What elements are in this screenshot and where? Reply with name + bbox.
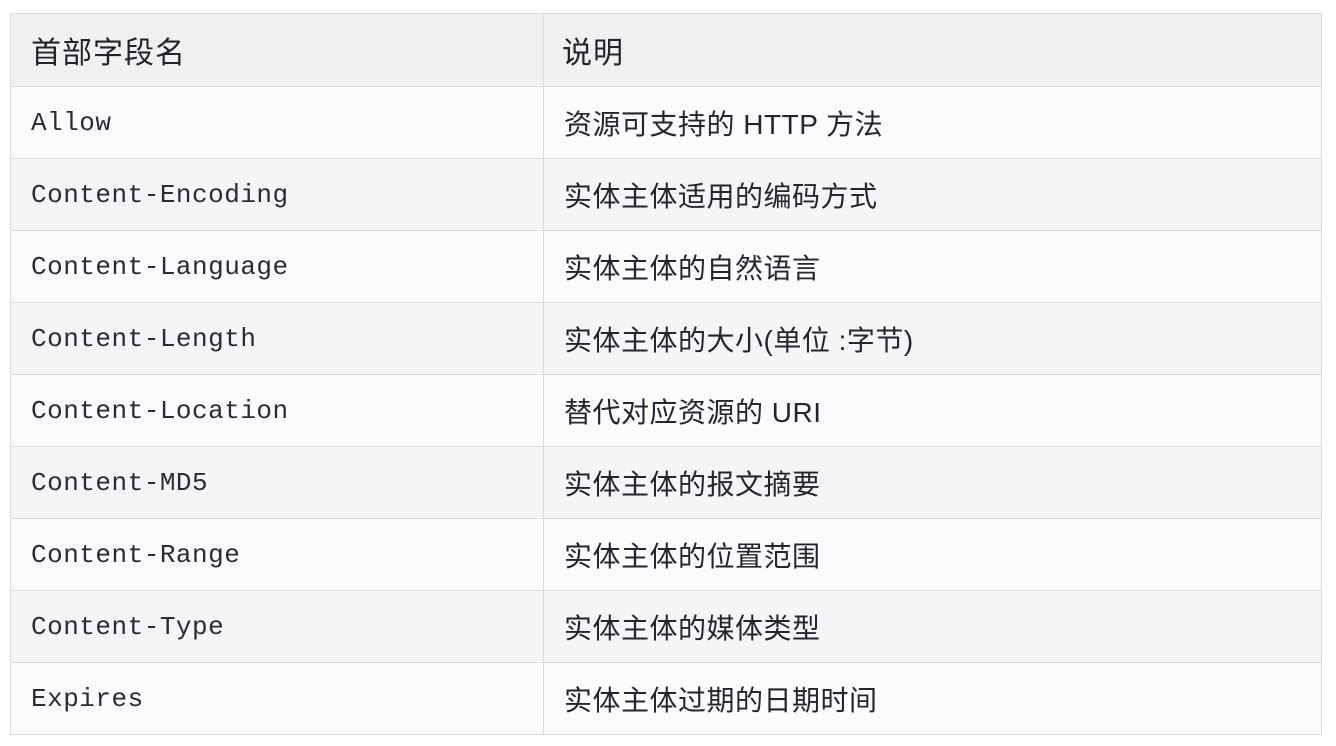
cell-field-name: Content-Length xyxy=(10,302,544,375)
cell-description: 实体主体的报文摘要 xyxy=(543,446,1322,519)
cell-field-name: Content-Type xyxy=(10,590,544,663)
cell-field-name: Content-Language xyxy=(10,230,544,303)
cell-description: 替代对应资源的 URI xyxy=(543,374,1322,447)
table-row: Content-Language 实体主体的自然语言 xyxy=(10,230,1322,303)
table-row: Content-MD5 实体主体的报文摘要 xyxy=(10,446,1322,519)
cell-description: 实体主体的大小(单位 :字节) xyxy=(543,302,1322,375)
table-row: Allow 资源可支持的 HTTP 方法 xyxy=(10,86,1322,159)
cell-description: 实体主体的自然语言 xyxy=(543,230,1322,303)
cell-field-name: Content-MD5 xyxy=(10,446,544,519)
cell-field-name: Expires xyxy=(10,662,544,735)
table-header-row: 首部字段名 说明 xyxy=(10,13,1322,87)
cell-description: 实体主体的位置范围 xyxy=(543,518,1322,591)
header-fields-table: 首部字段名 说明 Allow 资源可支持的 HTTP 方法 Content-En… xyxy=(10,13,1322,735)
cell-field-name: Content-Range xyxy=(10,518,544,591)
table-row: Content-Range 实体主体的位置范围 xyxy=(10,518,1322,591)
cell-field-name: Allow xyxy=(10,86,544,159)
table-body: Allow 资源可支持的 HTTP 方法 Content-Encoding 实体… xyxy=(10,86,1322,735)
table-row: Content-Length 实体主体的大小(单位 :字节) xyxy=(10,302,1322,375)
cell-description: 实体主体的媒体类型 xyxy=(543,590,1322,663)
column-header-description: 说明 xyxy=(543,13,1322,87)
header-fields-table-container: 首部字段名 说明 Allow 资源可支持的 HTTP 方法 Content-En… xyxy=(10,13,1322,735)
cell-description: 实体主体适用的编码方式 xyxy=(543,158,1322,231)
table-row: Content-Type 实体主体的媒体类型 xyxy=(10,590,1322,663)
cell-description: 实体主体过期的日期时间 xyxy=(543,662,1322,735)
table-row: Content-Location 替代对应资源的 URI xyxy=(10,374,1322,447)
table-header: 首部字段名 说明 xyxy=(10,13,1322,87)
table-row: Expires 实体主体过期的日期时间 xyxy=(10,662,1322,735)
cell-description: 资源可支持的 HTTP 方法 xyxy=(543,86,1322,159)
cell-field-name: Content-Location xyxy=(10,374,544,447)
cell-field-name: Content-Encoding xyxy=(10,158,544,231)
table-row: Content-Encoding 实体主体适用的编码方式 xyxy=(10,158,1322,231)
column-header-field-name: 首部字段名 xyxy=(10,13,544,87)
